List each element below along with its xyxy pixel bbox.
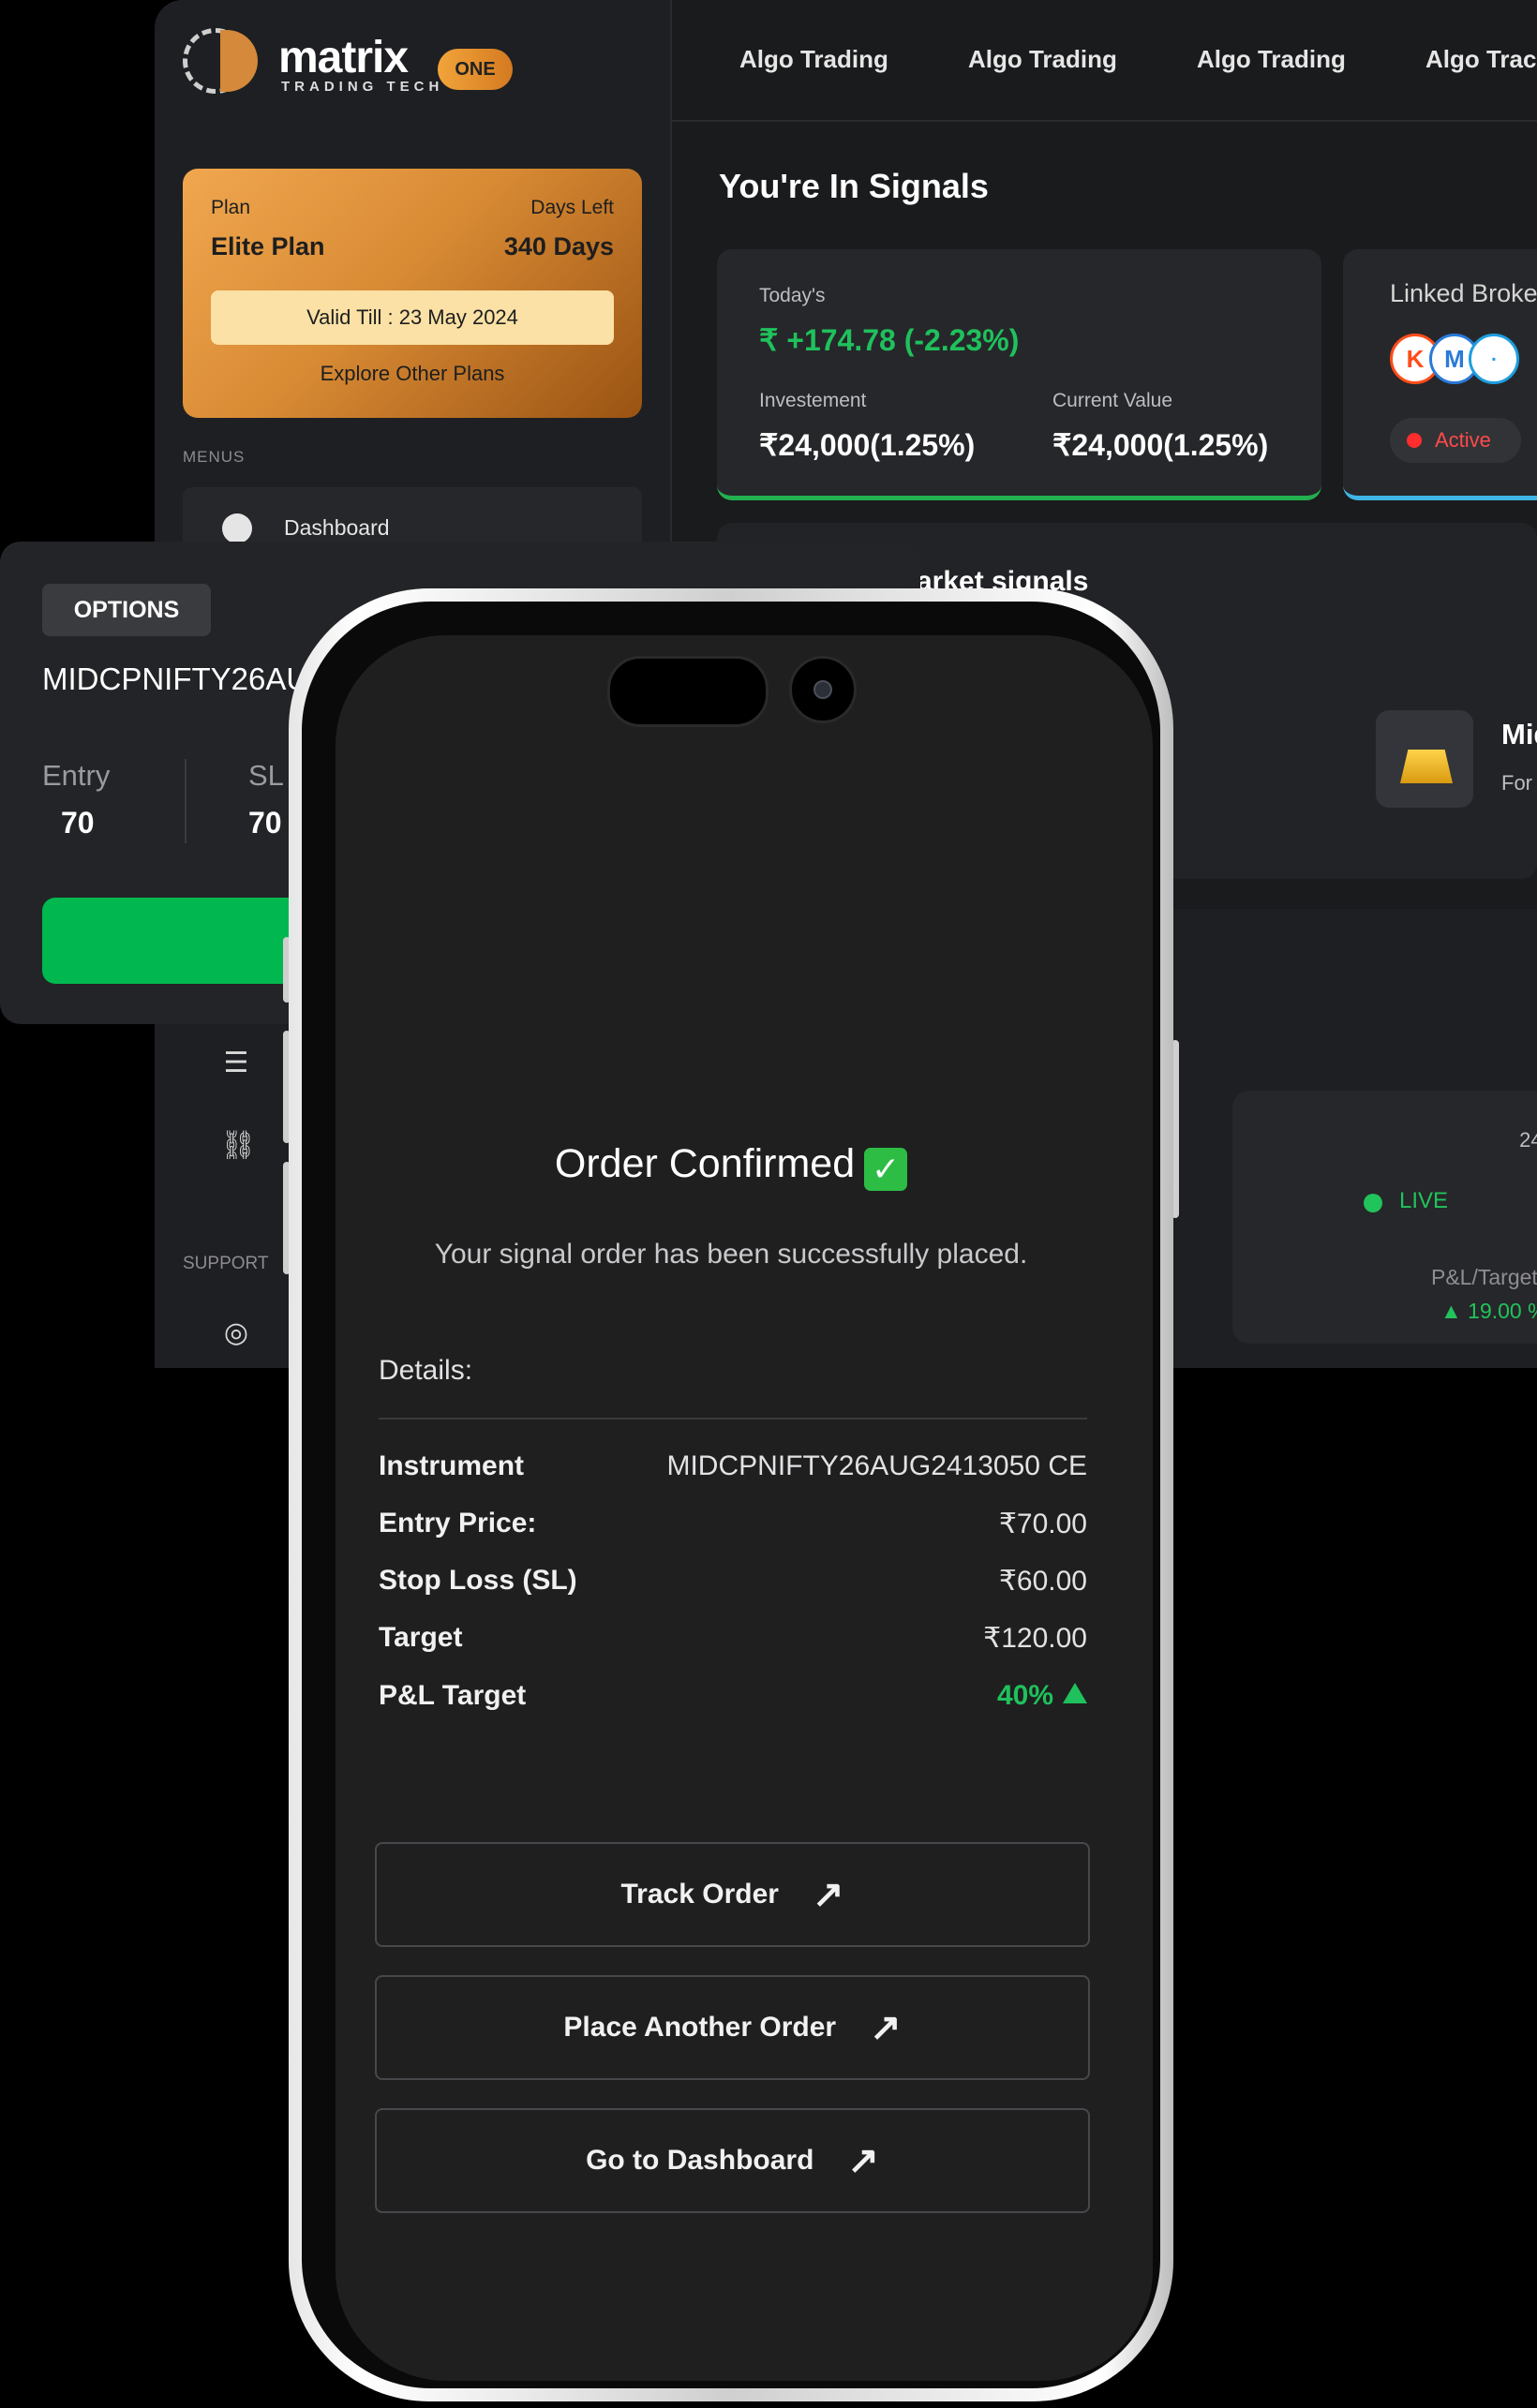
today-value: ₹ +174.78 (-2.23%) [759,323,1020,357]
pl-value: ▲ 19.00 % | ₹12 [1440,1299,1537,1323]
arrow-up-right-icon: ↗ [847,2140,879,2181]
button-label: Track Order [620,1879,779,1910]
detail-label-target: Target [379,1622,463,1653]
status-label: Active [1435,428,1491,452]
investment-value: ₹24,000(1.25%) [759,428,976,462]
details-heading: Details: [379,1355,473,1386]
support-icon[interactable]: ◎ [220,1317,252,1349]
signal-time: 24 min ago [1519,1128,1537,1152]
tab-algo-trading-3[interactable]: Algo Trading [1197,45,1346,74]
current-value-label: Current Value [1052,390,1173,411]
arrow-up-right-icon: ↗ [812,1874,844,1915]
live-badge: LIVE [1399,1188,1449,1213]
link-icon[interactable]: ⛓ [220,1130,256,1162]
details-divider [379,1418,1087,1420]
entry-label: Entry [42,759,111,792]
detail-label-entry-price: Entry Price: [379,1508,537,1538]
go-to-dashboard-button[interactable]: Go to Dashboard ↗ [375,2108,1090,2213]
plan-value: Elite Plan [211,232,325,260]
live-dot-icon [1364,1194,1382,1212]
mid-term-title: Mid term ide [1501,718,1537,751]
dynamic-island [607,656,768,727]
divider [185,759,187,843]
place-another-order-button[interactable]: Place Another Order ↗ [375,1975,1090,2080]
camera-icon [789,656,857,723]
explore-plans-link[interactable]: Explore Other Plans [183,362,642,386]
current-value: ₹24,000(1.25%) [1052,428,1269,462]
detail-value-pl-target: 40% [997,1680,1087,1712]
logo-emblem [220,30,258,92]
signal-card[interactable]: 24 min ago LIVE P&L/Target Hits ▲ 19.00 … [1232,1091,1537,1344]
order-confirmed-title: Order Confirmed ✓ [289,1141,1173,1191]
today-label: Today's [759,285,826,306]
order-title-text: Order Confirmed [554,1141,856,1186]
button-label: Go to Dashboard [586,2145,814,2176]
days-left-label: Days Left [530,197,614,218]
order-confirmed-subtitle: Your signal order has been successfully … [434,1239,1028,1270]
broker-logo-icon: ▪ [1469,334,1519,384]
detail-value-entry-price: ₹70.00 [998,1509,1087,1539]
up-arrow-icon [1063,1683,1087,1703]
days-left-value: 340 Days [503,232,614,260]
options-symbol: MIDCPNIFTY26AU [42,661,309,696]
detail-label-stop-loss: Stop Loss (SL) [379,1565,577,1596]
linked-broker-label: Linked Broke [1390,279,1537,307]
brand-tagline: TRADING TECH [281,79,444,95]
support-heading: SUPPORT [183,1254,269,1273]
detail-value-instrument: MIDCPNIFTY26AUG2413050 CE [666,1450,1087,1481]
track-order-button[interactable]: Track Order ↗ [375,1842,1090,1947]
linked-broker-card: Linked Broke K M ▪ Active [1343,249,1537,500]
pl-target-value: 40% [996,1680,1053,1711]
detail-label-pl-target: P&L Target [379,1680,527,1711]
options-badge: OPTIONS [42,584,211,636]
detail-value-target: ₹120.00 [983,1623,1087,1654]
detail-value-stop-loss: ₹60.00 [998,1566,1087,1597]
detail-label-instrument: Instrument [379,1450,525,1481]
menus-heading: MENUS [183,448,246,466]
check-icon: ✓ [864,1148,908,1191]
tab-algo-trading-4[interactable]: Algo Trac [1425,45,1536,74]
sidebar-item-label: Dashboard [284,515,390,540]
nav-divider [670,120,1537,122]
sl-value: 70 [248,806,282,840]
button-label: Place Another Order [563,2012,837,2043]
sl-label: SL [248,759,284,792]
tab-algo-trading-1[interactable]: Algo Trading [739,45,888,74]
page-title: You're In Signals [719,167,989,205]
status-badge: Active [1390,418,1521,463]
dashboard-icon [222,513,252,543]
pl-label: P&L/Target Hits [1431,1265,1537,1289]
status-dot-icon [1407,433,1422,448]
plan-label: Plan [211,197,251,218]
today-summary-card: Today's ₹ +174.78 (-2.23%) Investement ₹… [717,249,1321,500]
valid-till-badge: Valid Till : 23 May 2024 [211,290,614,345]
gold-bars-icon [1376,710,1473,808]
plan-card: Plan Elite Plan Days Left 340 Days Valid… [183,169,642,418]
brand-badge: ONE [438,49,513,90]
tab-algo-trading-2[interactable]: Algo Trading [968,45,1117,74]
brand-name: matrix [278,33,409,82]
arrow-up-right-icon: ↗ [870,2007,902,2048]
investment-label: Investement [759,390,867,411]
list-icon[interactable]: ☰ [220,1048,252,1079]
mid-term-subtitle: For Quick Market r [1501,771,1537,795]
entry-value: 70 [61,806,95,840]
